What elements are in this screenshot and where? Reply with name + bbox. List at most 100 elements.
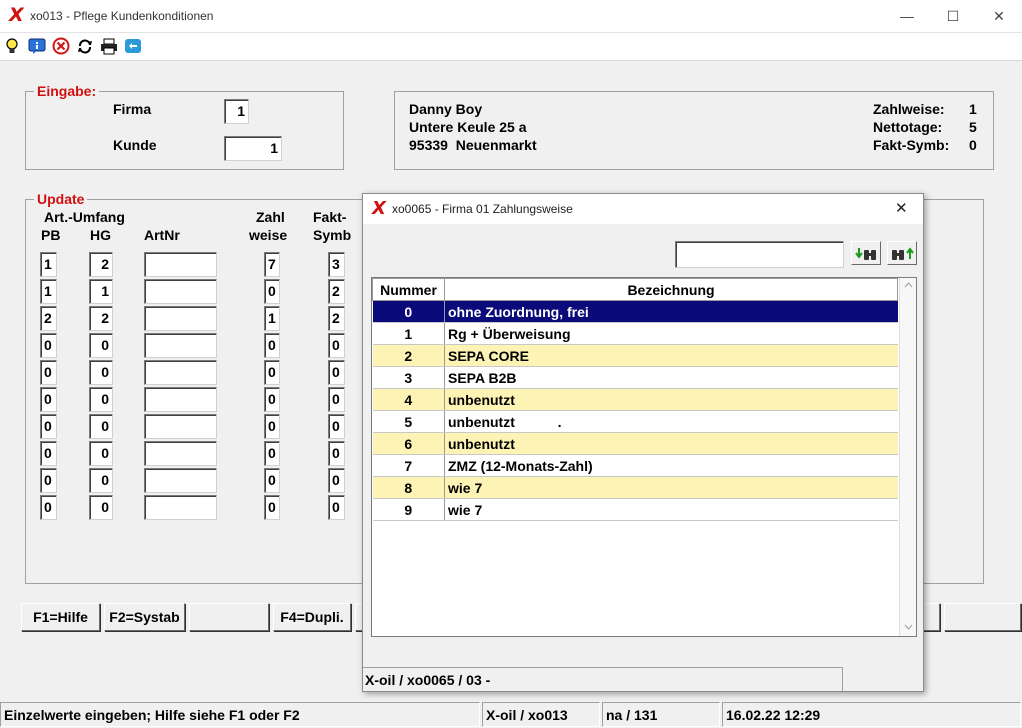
dialog-search-input[interactable] xyxy=(675,241,844,268)
update-zahlweise-field[interactable]: 0 xyxy=(264,468,280,493)
update-faktsymb-field[interactable]: 3 xyxy=(328,252,345,277)
f2-systab-button[interactable]: F2=Systab xyxy=(104,603,185,631)
info-icon[interactable] xyxy=(27,37,47,57)
update-artnr-field[interactable] xyxy=(144,441,217,466)
zahlweise-label: Zahlweise: xyxy=(873,101,945,117)
chat-icon[interactable] xyxy=(123,37,143,57)
zahlweise-value: 1 xyxy=(969,101,977,117)
update-artnr-field[interactable] xyxy=(144,360,217,385)
update-pb-field[interactable]: 0 xyxy=(40,414,57,439)
nummer-cell: 0 xyxy=(372,300,445,323)
f3-button[interactable] xyxy=(189,603,269,631)
update-hg-field[interactable]: 0 xyxy=(89,333,113,358)
table-row[interactable]: 6 unbenutzt xyxy=(372,432,898,455)
update-zahlweise-field[interactable]: 7 xyxy=(264,252,280,277)
update-pb-field[interactable]: 2 xyxy=(40,306,57,331)
update-artnr-field[interactable] xyxy=(144,306,217,331)
fakt-header: Fakt- xyxy=(313,209,347,225)
firma-field[interactable]: 1 xyxy=(224,99,249,124)
update-pb-field[interactable]: 0 xyxy=(40,441,57,466)
customer-street: Untere Keule 25 a xyxy=(409,119,527,135)
table-row[interactable]: 0 ohne Zuordnung, frei xyxy=(372,300,898,323)
dialog-titlebar: X xo0065 - Firma 01 Zahlungsweise ✕ xyxy=(363,194,923,224)
update-zahlweise-field[interactable]: 0 xyxy=(264,387,280,412)
update-pb-field[interactable]: 0 xyxy=(40,360,57,385)
search-down-button[interactable] xyxy=(851,241,881,265)
update-hg-field[interactable]: 0 xyxy=(89,495,113,520)
update-faktsymb-field[interactable]: 0 xyxy=(328,495,345,520)
update-hg-field[interactable]: 0 xyxy=(89,360,113,385)
update-artnr-field[interactable] xyxy=(144,468,217,493)
update-faktsymb-field[interactable]: 0 xyxy=(328,387,345,412)
update-artnr-field[interactable] xyxy=(144,495,217,520)
update-zahlweise-field[interactable]: 0 xyxy=(264,360,280,385)
close-button[interactable]: ✕ xyxy=(976,0,1022,33)
binoculars-down-icon xyxy=(855,248,876,260)
table-row[interactable]: 8 wie 7 xyxy=(372,476,898,499)
search-up-button[interactable] xyxy=(887,241,917,265)
update-artnr-field[interactable] xyxy=(144,387,217,412)
bezeichnung-cell: unbenutzt . xyxy=(444,410,898,433)
update-faktsymb-field[interactable]: 0 xyxy=(328,441,345,466)
update-hg-field[interactable]: 0 xyxy=(89,387,113,412)
update-pb-field[interactable]: 0 xyxy=(40,468,57,493)
update-hg-field[interactable]: 0 xyxy=(89,441,113,466)
update-hg-field[interactable]: 1 xyxy=(89,279,113,304)
cancel-icon[interactable] xyxy=(51,37,71,57)
update-zahlweise-field[interactable]: 0 xyxy=(264,414,280,439)
bezeichnung-column-header[interactable]: Bezeichnung xyxy=(444,278,898,301)
update-faktsymb-field[interactable]: 0 xyxy=(328,468,345,493)
nummer-cell: 5 xyxy=(372,410,445,433)
update-zahlweise-field[interactable]: 0 xyxy=(264,333,280,358)
update-faktsymb-field[interactable]: 0 xyxy=(328,360,345,385)
update-hg-field[interactable]: 2 xyxy=(89,252,113,277)
f4-dupli-button[interactable]: F4=Dupli. xyxy=(273,603,351,631)
update-faktsymb-field[interactable]: 0 xyxy=(328,414,345,439)
update-pb-field[interactable]: 1 xyxy=(40,279,57,304)
update-artnr-field[interactable] xyxy=(144,333,217,358)
table-row[interactable]: 3 SEPA B2B xyxy=(372,366,898,389)
dialog-close-button[interactable]: ✕ xyxy=(895,199,908,217)
table-row[interactable]: 9 wie 7 xyxy=(372,498,898,521)
f1-hilfe-button[interactable]: F1=Hilfe xyxy=(21,603,100,631)
toolbar xyxy=(0,33,1022,61)
customer-city: 95339 Neuenmarkt xyxy=(409,137,537,153)
table-row[interactable]: 7 ZMZ (12-Monats-Zahl) xyxy=(372,454,898,477)
zahlungsweise-dialog: X xo0065 - Firma 01 Zahlungsweise ✕ Numm… xyxy=(362,193,924,692)
update-pb-field[interactable]: 0 xyxy=(40,333,57,358)
update-faktsymb-field[interactable]: 2 xyxy=(328,306,345,331)
nummer-cell: 6 xyxy=(372,432,445,455)
update-pb-field[interactable]: 0 xyxy=(40,387,57,412)
table-row[interactable]: 5 unbenutzt . xyxy=(372,410,898,433)
faktsymb-value: 0 xyxy=(969,137,977,153)
maximize-button[interactable]: ☐ xyxy=(930,0,976,33)
f12-button[interactable] xyxy=(944,603,1021,631)
update-artnr-field[interactable] xyxy=(144,414,217,439)
update-zahlweise-field[interactable]: 0 xyxy=(264,279,280,304)
print-icon[interactable] xyxy=(99,37,119,57)
table-row[interactable]: 2 SEPA CORE xyxy=(372,344,898,367)
lightbulb-icon[interactable] xyxy=(2,37,22,57)
update-pb-field[interactable]: 1 xyxy=(40,252,57,277)
app-logo-icon: X xyxy=(9,4,24,26)
update-hg-field[interactable]: 0 xyxy=(89,468,113,493)
kunde-field[interactable]: 1 xyxy=(224,136,282,161)
table-row[interactable]: 1 Rg + Überweisung xyxy=(372,322,898,345)
table-row[interactable]: 4 unbenutzt xyxy=(372,388,898,411)
bezeichnung-cell: unbenutzt xyxy=(444,388,898,411)
refresh-icon[interactable] xyxy=(75,37,95,57)
update-hg-field[interactable]: 2 xyxy=(89,306,113,331)
update-artnr-field[interactable] xyxy=(144,252,217,277)
update-artnr-field[interactable] xyxy=(144,279,217,304)
update-zahlweise-field[interactable]: 1 xyxy=(264,306,280,331)
update-faktsymb-field[interactable]: 0 xyxy=(328,333,345,358)
vertical-scrollbar[interactable] xyxy=(899,278,916,636)
update-zahlweise-field[interactable]: 0 xyxy=(264,441,280,466)
minimize-button[interactable]: — xyxy=(884,0,930,33)
update-pb-field[interactable]: 0 xyxy=(40,495,57,520)
f11-button[interactable] xyxy=(922,603,940,631)
update-faktsymb-field[interactable]: 2 xyxy=(328,279,345,304)
update-hg-field[interactable]: 0 xyxy=(89,414,113,439)
nummer-column-header[interactable]: Nummer xyxy=(372,278,445,301)
update-zahlweise-field[interactable]: 0 xyxy=(264,495,280,520)
